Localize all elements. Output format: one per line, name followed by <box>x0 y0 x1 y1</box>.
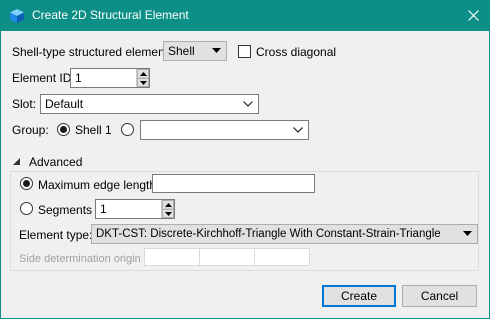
max-edge-radio[interactable] <box>20 177 33 190</box>
spin-down-button[interactable] <box>137 78 149 87</box>
chevron-down-icon <box>139 80 147 85</box>
dropdown-arrow-icon <box>463 231 472 236</box>
side-origin-z-input[interactable] <box>254 248 310 266</box>
side-origin-y-input[interactable] <box>199 248 255 266</box>
title-bar: Create 2D Structural Element <box>0 0 490 31</box>
slot-value: Default <box>45 97 84 111</box>
spin-up-button[interactable] <box>162 200 174 209</box>
expand-triangle-icon <box>13 158 20 165</box>
chevron-down-icon <box>243 101 253 107</box>
side-origin-x-input[interactable] <box>144 248 200 266</box>
chevron-up-icon <box>139 71 147 76</box>
segments-value: 1 <box>100 202 107 216</box>
element-id-value: 1 <box>75 71 82 85</box>
chevron-down-icon <box>164 211 172 216</box>
segments-label: Segments <box>38 203 93 217</box>
shell-type-dropdown[interactable]: Shell <box>163 41 227 61</box>
cross-diagonal-label: Cross diagonal <box>256 45 337 59</box>
element-type-dropdown[interactable]: DKT-CST: Discrete-Kirchhoff-Triangle Wit… <box>91 224 478 244</box>
cross-diagonal-checkbox[interactable] <box>238 45 251 58</box>
spin-down-button[interactable] <box>162 209 174 218</box>
side-determination-label: Side determination origin <box>19 253 141 265</box>
cancel-button[interactable]: Cancel <box>402 285 477 307</box>
advanced-toggle[interactable]: Advanced <box>13 155 93 169</box>
advanced-header: Advanced <box>29 155 83 169</box>
max-edge-input[interactable] <box>152 174 315 193</box>
window-title: Create 2D Structural Element <box>32 8 189 22</box>
group-other-radio[interactable] <box>121 123 134 136</box>
spin-up-button[interactable] <box>137 69 149 78</box>
close-button[interactable] <box>456 0 490 31</box>
group-dropdown[interactable] <box>140 120 309 140</box>
segments-spinner[interactable]: 1 <box>95 199 175 219</box>
chevron-down-icon <box>293 127 303 133</box>
shell-type-label: Shell-type structured element: <box>12 45 172 59</box>
close-icon <box>467 10 479 21</box>
slot-label: Slot: <box>12 97 37 111</box>
create-button[interactable]: Create <box>322 285 396 307</box>
element-type-label: Element type: <box>19 228 93 242</box>
element-id-spinner[interactable]: 1 <box>70 68 150 88</box>
max-edge-label: Maximum edge length <box>38 178 157 192</box>
group-shell1-label: Shell 1 <box>75 123 112 137</box>
segments-radio[interactable] <box>20 202 33 215</box>
dropdown-arrow-icon <box>212 48 221 53</box>
element-id-label: Element ID <box>12 71 72 85</box>
element-type-value: DKT-CST: Discrete-Kirchhoff-Triangle Wit… <box>96 228 441 240</box>
shell-type-value: Shell <box>168 44 195 58</box>
slot-dropdown[interactable]: Default <box>40 94 259 114</box>
cube-icon <box>10 9 24 23</box>
group-label: Group: <box>12 123 49 137</box>
group-shell1-radio[interactable] <box>57 123 70 136</box>
chevron-up-icon <box>164 202 172 207</box>
